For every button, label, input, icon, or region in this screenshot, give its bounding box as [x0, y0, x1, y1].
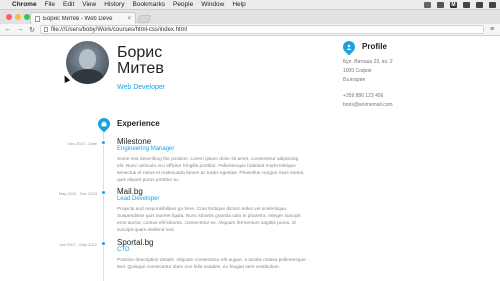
company-name: Mail.bg — [117, 187, 143, 196]
entry-description: Some text describing the position. Lorem… — [117, 156, 337, 184]
menu-people[interactable]: People — [173, 1, 193, 8]
experience-heading: Experience — [117, 119, 160, 128]
menu-chrome[interactable]: Chrome — [12, 1, 37, 8]
entry-date: Jan 2007 - May 2012 — [59, 242, 97, 247]
description-line: elit. Nunc vehicula orci efficitur fring… — [117, 164, 296, 169]
back-button[interactable]: ← — [4, 26, 12, 33]
web-page: Борис Митев Web Developer Profile Бул. В… — [0, 37, 500, 281]
description-line: suscipit quam eleifend sed. — [117, 228, 175, 233]
timeline-dot — [101, 241, 106, 246]
new-tab-button[interactable] — [136, 15, 152, 23]
window-controls — [6, 14, 30, 20]
menu-file[interactable]: File — [45, 1, 55, 8]
tab-close-icon[interactable]: × — [127, 16, 131, 22]
description-line: Suspendisse quis laoreet ligula. Nunc lo… — [117, 214, 301, 219]
status-badge[interactable]: M — [450, 1, 457, 8]
reload-button[interactable]: ↻ — [28, 26, 36, 34]
address-bar[interactable]: file:///Users/boby/Work/courses/html-css… — [40, 25, 484, 34]
role-title: Lead Developer — [117, 196, 160, 202]
description-line: sed. Quisque consectetur diam non felis … — [117, 265, 280, 270]
avatar — [66, 41, 109, 84]
avatar-shoulders — [71, 69, 104, 84]
close-window-button[interactable] — [6, 14, 12, 20]
description-line: quis aliquet purus porttitor ac. — [117, 178, 180, 183]
forward-button[interactable]: → — [16, 26, 24, 33]
description-line: Projects and responsibilities go here. C… — [117, 207, 288, 212]
experience-entry: Sportal.bg CTO Position description deta… — [117, 238, 337, 271]
address-line-1: Бул. Витоша 23, вх. 2 — [343, 59, 393, 65]
browser-tab-bar: Борис Митев - Web Deve × — [0, 10, 500, 24]
entry-description: Projects and responsibilities go here. C… — [117, 206, 337, 234]
volume-icon[interactable] — [489, 1, 496, 8]
company-name: Sportal.bg — [117, 238, 154, 247]
page-icon — [44, 27, 48, 32]
role-title: Engineering Manager — [117, 146, 175, 152]
description-line: senectus et netus et malesuada fames ac … — [117, 171, 305, 176]
page-favicon-icon — [35, 15, 40, 22]
address-line-2: 1000 София — [343, 68, 372, 74]
address-line-3: България — [343, 77, 366, 83]
browser-toolbar: ← → ↻ file:///Users/boby/Work/courses/ht… — [0, 24, 500, 36]
wifi-icon[interactable] — [476, 1, 483, 8]
timeline-line — [103, 132, 104, 281]
tab-title: Борис Митев - Web Deve — [43, 15, 113, 22]
role-title: CTO — [117, 247, 130, 253]
menu-bookmarks[interactable]: Bookmarks — [132, 1, 165, 8]
os-menu-bar: Chrome File Edit View History Bookmarks … — [0, 0, 500, 10]
minimize-window-button[interactable] — [15, 14, 21, 20]
company-name: Milestone — [117, 137, 152, 146]
menu-edit[interactable]: Edit — [63, 1, 74, 8]
menu-history[interactable]: History — [104, 1, 124, 8]
menubar-status-area: M — [424, 1, 500, 8]
briefcase-glyph — [101, 121, 107, 127]
last-name: Митев — [117, 60, 164, 77]
briefcase-icon — [95, 115, 113, 133]
entry-date: May 2012 - Dec 2013 — [58, 191, 97, 196]
experience-entry: Milestone Engineering Manager Some text … — [117, 137, 337, 184]
entry-date: Dec 2013 - Date — [67, 141, 97, 146]
person-name: Борис Митев — [117, 45, 164, 77]
email-address[interactable]: boris@animemail.com — [343, 102, 393, 108]
experience-entry: Mail.bg Lead Developer Projects and resp… — [117, 187, 337, 234]
description-line: eros auctor, cursus elit lobortis, conse… — [117, 221, 296, 226]
timeline-dot — [101, 140, 106, 145]
job-title: Web Developer — [117, 84, 166, 91]
address-url: file:///Users/boby/Work/courses/html-css… — [51, 26, 187, 33]
menu-help[interactable]: Help — [232, 1, 245, 8]
profile-heading: Profile — [362, 42, 387, 51]
description-line: Position description details. Aliquam co… — [117, 258, 306, 263]
browser-tab[interactable]: Борис Митев - Web Deve × — [30, 12, 136, 24]
menu-window[interactable]: Window — [201, 1, 224, 8]
mouse-cursor-icon — [61, 74, 71, 83]
bluetooth-icon[interactable] — [463, 1, 470, 8]
user-glyph — [346, 44, 352, 50]
menu-view[interactable]: View — [82, 1, 96, 8]
browser-menu-icon[interactable]: ≡ — [488, 26, 496, 33]
cloud-icon[interactable] — [424, 1, 431, 8]
entry-description: Position description details. Aliquam co… — [117, 257, 337, 271]
avatar-head — [79, 49, 96, 69]
phone-number: +359 886 123 456 — [343, 93, 384, 99]
user-icon — [340, 38, 358, 56]
description-line: Some text describing the position. Lorem… — [117, 157, 299, 162]
timemachine-icon[interactable] — [437, 1, 444, 8]
first-name: Борис — [117, 44, 163, 61]
timeline-dot — [101, 190, 106, 195]
